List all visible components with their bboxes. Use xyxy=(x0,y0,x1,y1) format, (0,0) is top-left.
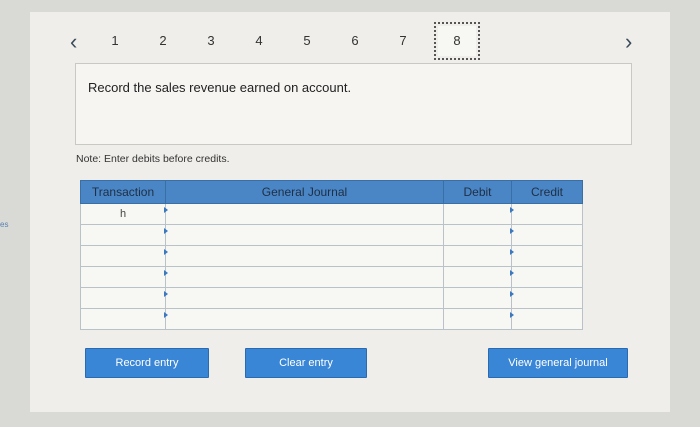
step-2[interactable]: 2 xyxy=(148,30,178,52)
debit-input[interactable] xyxy=(443,245,512,267)
debit-input[interactable] xyxy=(443,308,512,330)
table-row xyxy=(80,224,583,246)
account-input[interactable] xyxy=(164,224,444,246)
side-tab-label[interactable]: es xyxy=(0,220,8,229)
clear-entry-button[interactable]: Clear entry xyxy=(245,348,367,378)
chevron-left-icon[interactable]: ‹ xyxy=(70,31,77,53)
credit-input[interactable] xyxy=(510,287,583,309)
view-general-journal-button[interactable]: View general journal xyxy=(488,348,628,378)
table-header-row: Transaction General Journal Debit Credit xyxy=(80,180,583,204)
credit-input[interactable] xyxy=(510,245,583,267)
transaction-cell xyxy=(80,245,166,267)
chevron-right-icon[interactable]: › xyxy=(625,31,632,53)
account-input[interactable] xyxy=(164,266,444,288)
credit-input[interactable] xyxy=(510,266,583,288)
header-transaction: Transaction xyxy=(80,180,166,204)
account-input[interactable] xyxy=(164,245,444,267)
table-row: h xyxy=(80,203,583,225)
step-8-active[interactable]: 8 xyxy=(434,22,480,60)
credit-input[interactable] xyxy=(510,203,583,225)
step-7[interactable]: 7 xyxy=(388,30,418,52)
transaction-cell xyxy=(80,224,166,246)
credit-input[interactable] xyxy=(510,224,583,246)
record-entry-button[interactable]: Record entry xyxy=(85,348,209,378)
debit-input[interactable] xyxy=(443,203,512,225)
header-credit: Credit xyxy=(511,180,583,204)
step-4[interactable]: 4 xyxy=(244,30,274,52)
step-3[interactable]: 3 xyxy=(196,30,226,52)
account-input[interactable] xyxy=(164,308,444,330)
transaction-cell xyxy=(80,287,166,309)
account-input[interactable] xyxy=(164,287,444,309)
account-input[interactable] xyxy=(164,203,444,225)
note-text: Note: Enter debits before credits. xyxy=(76,153,230,165)
prompt-text: Record the sales revenue earned on accou… xyxy=(88,80,352,95)
step-6[interactable]: 6 xyxy=(340,30,370,52)
header-general-journal: General Journal xyxy=(165,180,444,204)
credit-input[interactable] xyxy=(510,308,583,330)
debit-input[interactable] xyxy=(443,224,512,246)
transaction-cell xyxy=(80,308,166,330)
prompt-box: Record the sales revenue earned on accou… xyxy=(75,63,632,145)
header-debit: Debit xyxy=(443,180,512,204)
debit-input[interactable] xyxy=(443,266,512,288)
table-row xyxy=(80,308,583,330)
step-1[interactable]: 1 xyxy=(100,30,130,52)
step-5[interactable]: 5 xyxy=(292,30,322,52)
debit-input[interactable] xyxy=(443,287,512,309)
transaction-cell xyxy=(80,266,166,288)
table-row xyxy=(80,287,583,309)
table-row xyxy=(80,245,583,267)
table-row xyxy=(80,266,583,288)
journal-table: Transaction General Journal Debit Credit… xyxy=(80,180,583,330)
transaction-cell: h xyxy=(80,203,166,225)
